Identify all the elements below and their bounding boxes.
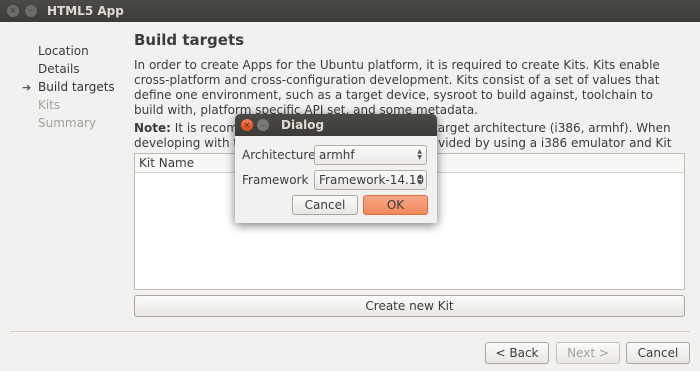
architecture-value: armhf [319,148,355,162]
nav-item-build-targets: ➔ Build targets [22,78,115,96]
divider [10,331,690,332]
dialog: ✕ – Dialog Architecture armhf ▲ ▼ Framewo… [235,114,437,223]
wizard-nav: Location Details ➔ Build targets Kits Sum… [22,42,115,132]
note-label: Note: [134,121,171,135]
window-titlebar: ✕ – HTML5 App [0,0,700,22]
note-line2-right: vided by using a i386 emulator and Kit [438,136,672,150]
spinner-arrows-icon: ▲ ▼ [417,148,422,161]
cancel-button[interactable]: Cancel [626,342,690,364]
architecture-select[interactable]: armhf ▲ ▼ [314,145,427,165]
dialog-titlebar: ✕ – Dialog [235,114,437,136]
page-description: In order to create Apps for the Ubuntu p… [134,58,660,117]
nav-item-location: Location [22,42,115,60]
spinner-arrows-icon: ▲ ▼ [417,173,422,186]
arrow-right-icon: ➔ [22,80,32,94]
window-title: HTML5 App [47,4,124,18]
framework-value: Framework-14.10 [319,173,425,187]
nav-item-label: Location [38,44,89,58]
dialog-minimize-icon[interactable]: – [257,119,269,131]
nav-item-label: Summary [38,116,96,130]
dialog-cancel-button[interactable]: Cancel [292,195,358,215]
nav-item-details: Details [22,60,115,78]
framework-label: Framework [242,173,309,187]
architecture-label: Architecture [242,148,316,162]
window-close-icon[interactable]: ✕ [7,5,19,17]
nav-item-summary: Summary [22,114,115,132]
dialog-close-icon[interactable]: ✕ [241,119,253,131]
back-button[interactable]: < Back [485,342,549,364]
dialog-ok-button[interactable]: OK [363,195,428,215]
create-new-kit-button[interactable]: Create new Kit [134,295,685,317]
kit-name-header-label: Kit Name [139,156,195,170]
page-title: Build targets [134,31,245,49]
framework-select[interactable]: Framework-14.10 ▲ ▼ [314,170,427,190]
nav-item-label: Build targets [38,80,115,94]
note-line1-right: target architecture (i386, armhf). When [433,121,671,135]
next-button[interactable]: Next > [556,342,620,364]
nav-item-label: Kits [38,98,61,112]
dialog-title: Dialog [281,118,325,132]
nav-item-label: Details [38,62,80,76]
window-minimize-icon[interactable]: – [25,5,37,17]
nav-item-kits: Kits [22,96,115,114]
